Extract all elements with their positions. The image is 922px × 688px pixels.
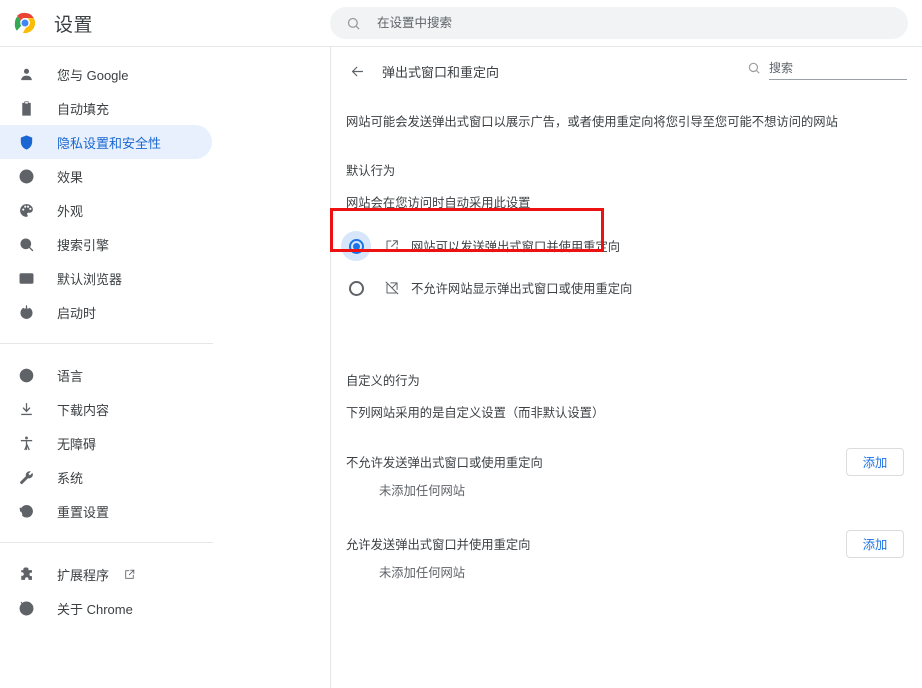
popup-allow-icon xyxy=(384,238,400,254)
sidebar-item-label: 无障碍 xyxy=(57,436,97,452)
sidebar-item-label: 搜索引擎 xyxy=(57,237,110,253)
page-description: 网站可能会发送弹出式窗口以展示广告，或者使用重定向将您引导至您可能不想访问的网站 xyxy=(346,115,838,129)
sidebar-item-label: 关于 Chrome xyxy=(57,601,133,617)
permission-section-label: 允许发送弹出式窗口并使用重定向 xyxy=(346,538,531,553)
sidebar-item-languages[interactable]: 语言 xyxy=(0,358,212,392)
permission-section-label: 不允许发送弹出式窗口或使用重定向 xyxy=(346,456,543,471)
brand: 设置 xyxy=(0,10,330,37)
sidebar-item-label: 下载内容 xyxy=(57,402,110,418)
radio-option-label: 不允许网站显示弹出式窗口或使用重定向 xyxy=(411,282,633,297)
sidebar: 您与 Google 自动填充 隐私设置和安全性 效果 外观 搜索引擎 默认浏览器… xyxy=(0,47,330,688)
radio-option-block-popups[interactable]: 不允许网站显示弹出式窗口或使用重定向 xyxy=(331,267,922,309)
sidebar-item-extensions[interactable]: 扩展程序 xyxy=(0,557,212,591)
inline-search[interactable] xyxy=(747,59,907,80)
sidebar-item-label: 系统 xyxy=(57,470,84,486)
sidebar-item-appearance[interactable]: 外观 xyxy=(0,193,212,227)
default-behavior-heading: 默认行为 xyxy=(346,164,396,179)
sidebar-item-search-engine[interactable]: 搜索引擎 xyxy=(0,227,212,261)
radio-dot xyxy=(352,242,360,250)
sidebar-item-label: 隐私设置和安全性 xyxy=(57,135,162,151)
sidebar-item-autofill[interactable]: 自动填充 xyxy=(0,91,212,125)
add-button-block[interactable]: 添加 xyxy=(846,448,904,477)
top-bar: 设置 xyxy=(0,0,922,46)
power-icon xyxy=(17,303,35,321)
popup-block-icon xyxy=(384,280,400,296)
radio-button-unselected[interactable] xyxy=(348,280,364,296)
sidebar-item-privacy-and-security[interactable]: 隐私设置和安全性 xyxy=(0,125,212,159)
sidebar-item-accessibility[interactable]: 无障碍 xyxy=(0,426,212,460)
permission-section-allow: 允许发送弹出式窗口并使用重定向 添加 xyxy=(331,525,922,563)
app-title: 设置 xyxy=(54,14,94,36)
speedometer-icon xyxy=(17,167,35,185)
accessibility-icon xyxy=(17,434,35,452)
empty-note-allow: 未添加任何网站 xyxy=(379,566,466,581)
sidebar-item-reset-settings[interactable]: 重置设置 xyxy=(0,494,212,528)
download-icon xyxy=(17,400,35,418)
empty-note-block: 未添加任何网站 xyxy=(379,484,466,499)
search-icon xyxy=(17,235,35,253)
default-behavior-subheading: 网站会在您访问时自动采用此设置 xyxy=(346,196,531,211)
inline-search-input[interactable] xyxy=(769,59,907,79)
external-link-icon[interactable] xyxy=(123,568,136,581)
sidebar-item-downloads[interactable]: 下载内容 xyxy=(0,392,212,426)
sidebar-item-label: 自动填充 xyxy=(57,101,110,117)
search-input[interactable] xyxy=(377,8,857,38)
sidebar-item-system[interactable]: 系统 xyxy=(0,460,212,494)
sidebar-item-on-startup[interactable]: 启动时 xyxy=(0,295,212,329)
sidebar-item-label: 外观 xyxy=(57,203,84,219)
page-title: 弹出式窗口和重定向 xyxy=(382,64,500,80)
permission-section-block: 不允许发送弹出式窗口或使用重定向 添加 xyxy=(331,443,922,481)
custom-behavior-heading: 自定义的行为 xyxy=(346,374,420,389)
wrench-icon xyxy=(17,468,35,486)
sidebar-item-performance[interactable]: 效果 xyxy=(0,159,212,193)
radio-option-label: 网站可以发送弹出式窗口并使用重定向 xyxy=(411,240,621,255)
clipboard-icon xyxy=(17,99,35,117)
sidebar-item-label: 您与 Google xyxy=(57,67,129,83)
sidebar-item-label: 效果 xyxy=(57,169,84,185)
person-icon xyxy=(17,65,35,83)
sidebar-item-label: 语言 xyxy=(57,368,84,384)
chrome-outline-icon xyxy=(17,599,35,617)
history-restore-icon xyxy=(17,502,35,520)
content-header: 弹出式窗口和重定向 xyxy=(331,47,922,95)
sidebar-item-label: 启动时 xyxy=(57,305,97,321)
sidebar-item-you-and-google[interactable]: 您与 Google xyxy=(0,57,212,91)
browser-window-icon xyxy=(17,269,35,287)
default-behavior-radio-group: 网站可以发送弹出式窗口并使用重定向 不允许网站显示弹出式窗口或使用重定向 xyxy=(331,225,922,309)
global-search-bar[interactable] xyxy=(330,7,908,39)
search-icon xyxy=(346,16,361,31)
sidebar-item-default-browser[interactable]: 默认浏览器 xyxy=(0,261,212,295)
puzzle-icon xyxy=(17,565,35,583)
radio-option-allow-popups[interactable]: 网站可以发送弹出式窗口并使用重定向 xyxy=(331,225,922,267)
palette-icon xyxy=(17,201,35,219)
shield-icon xyxy=(17,133,35,151)
inline-search-underline xyxy=(769,59,907,80)
chrome-logo-icon xyxy=(14,12,36,34)
search-icon xyxy=(747,61,761,75)
sidebar-item-label: 扩展程序 xyxy=(57,567,110,583)
sidebar-item-about-chrome[interactable]: 关于 Chrome xyxy=(0,591,212,625)
radio-ripple xyxy=(341,231,371,262)
custom-behavior-subheading: 下列网站采用的是自定义设置（而非默认设置） xyxy=(346,406,605,421)
settings-window: 设置 您与 Google 自动填充 xyxy=(0,0,922,688)
radio-ripple xyxy=(341,273,371,303)
sidebar-item-label: 默认浏览器 xyxy=(57,271,123,287)
globe-icon xyxy=(17,366,35,384)
radio-button-selected[interactable] xyxy=(348,238,364,254)
back-arrow-icon[interactable] xyxy=(346,60,368,82)
sidebar-item-label: 重置设置 xyxy=(57,504,110,520)
content-panel: 弹出式窗口和重定向 网站可能会发送弹出式窗口以展示广告，或者使用重定向将您引导至… xyxy=(331,47,922,688)
add-button-allow[interactable]: 添加 xyxy=(846,530,904,559)
